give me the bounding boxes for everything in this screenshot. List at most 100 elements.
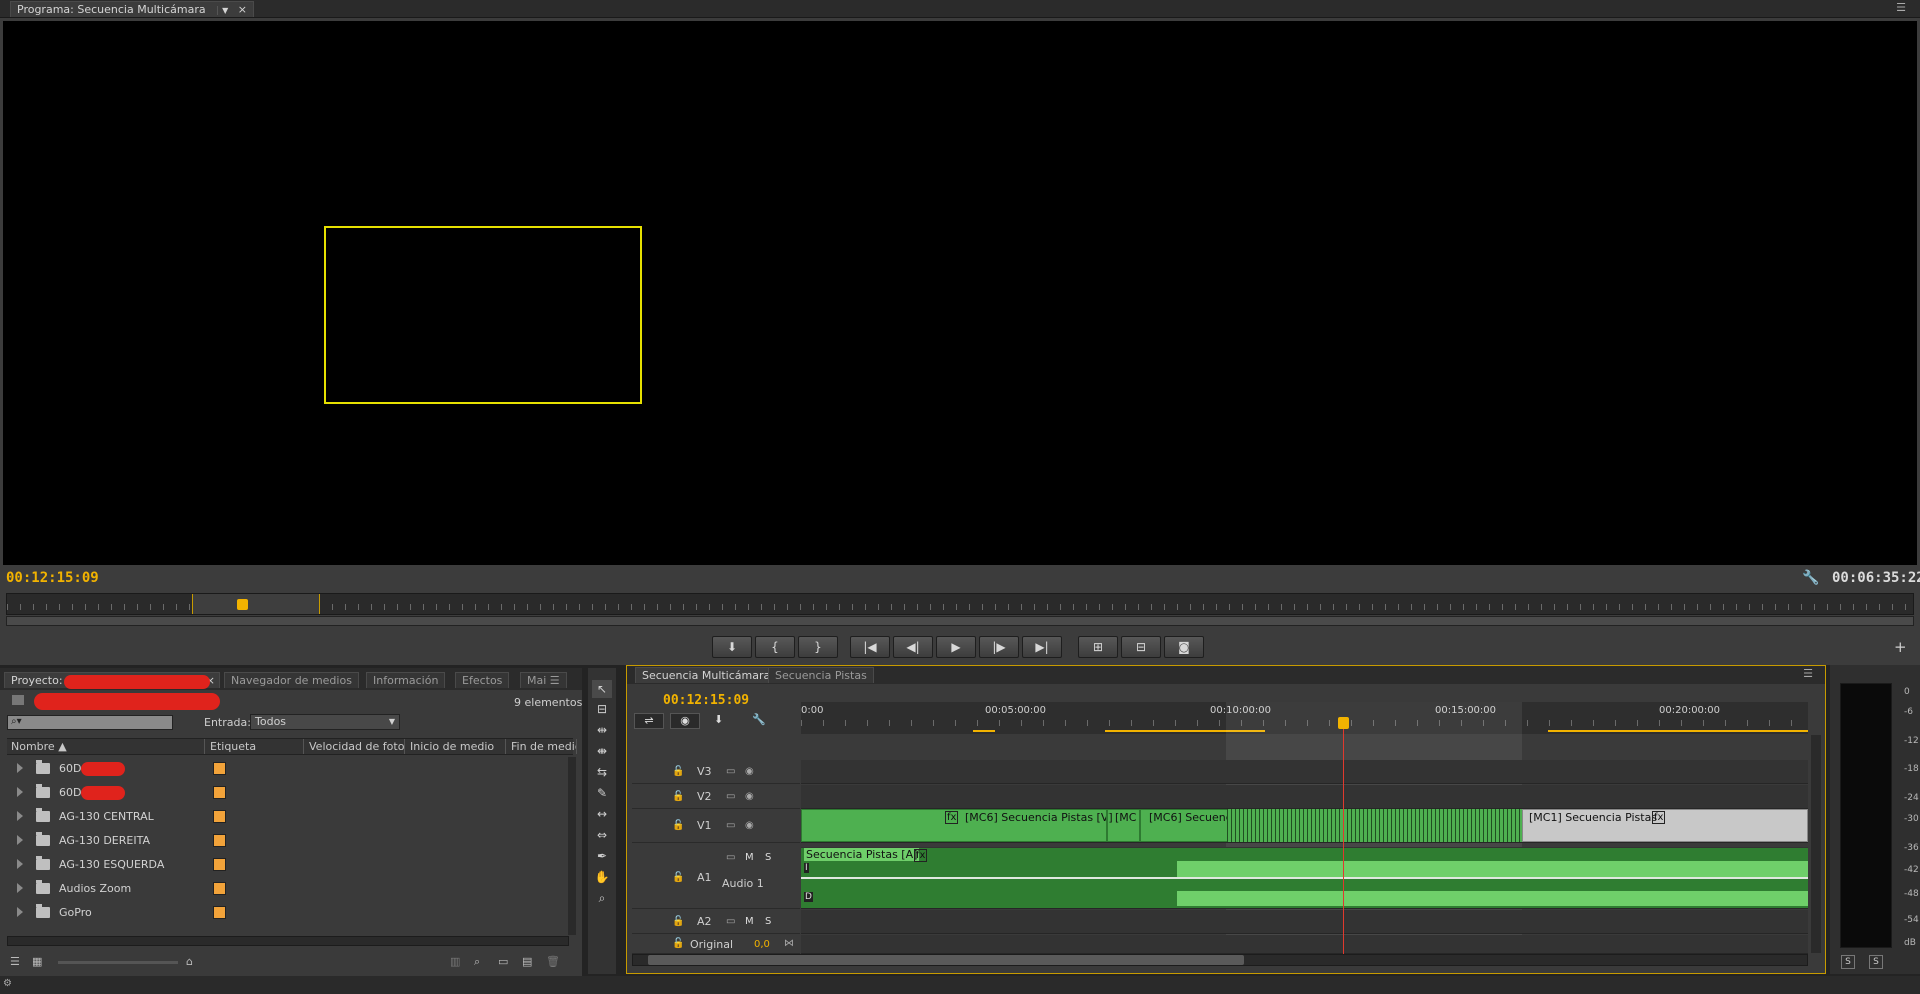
step-forward-button[interactable]: |▶ [979, 636, 1019, 658]
program-playhead-marker[interactable] [237, 599, 248, 610]
column-label[interactable]: Etiqueta [206, 739, 304, 754]
column-media-end[interactable]: Fin de medio [507, 739, 577, 754]
mark-out-button[interactable]: } [798, 636, 838, 658]
tab-media-browser[interactable]: Navegador de medios [224, 672, 359, 688]
fx-badge[interactable]: fx [914, 849, 928, 862]
expand-triangle-icon[interactable] [17, 859, 23, 869]
tab-markers[interactable]: Mai ☰ [520, 672, 567, 688]
toggle-sync-icon[interactable]: ▭ [726, 766, 735, 777]
label-swatch[interactable] [213, 858, 226, 871]
slip-tool-icon[interactable]: ↔ [592, 805, 612, 823]
expand-triangle-icon[interactable] [17, 835, 23, 845]
list-item[interactable]: AG-130 CENTRAL [8, 805, 568, 829]
label-swatch[interactable] [213, 786, 226, 799]
eye-icon[interactable]: ◉ [745, 820, 754, 831]
wrench-icon[interactable]: 🔧 [752, 713, 766, 726]
tab-effects[interactable]: Efectos [455, 672, 510, 688]
track-area-a2[interactable] [801, 910, 1808, 934]
snap-icon[interactable]: ⇌ [634, 713, 664, 729]
lift-button[interactable]: ⊞ [1078, 636, 1118, 658]
step-back-button[interactable]: ◀| [893, 636, 933, 658]
play-button[interactable]: ▶ [936, 636, 976, 658]
fx-badge[interactable]: fx [945, 811, 959, 824]
expand-triangle-icon[interactable] [17, 907, 23, 917]
expand-triangle-icon[interactable] [17, 811, 23, 821]
timeline-playhead[interactable] [1343, 717, 1344, 954]
new-bin-icon[interactable]: ▭ [498, 955, 508, 968]
toggle-sync-icon[interactable]: ▭ [726, 791, 735, 802]
tab-info[interactable]: Información [366, 672, 446, 688]
playhead-handle[interactable] [1338, 717, 1349, 729]
mark-in-button[interactable]: { [755, 636, 795, 658]
search-input[interactable]: ⌕▾ [7, 715, 173, 730]
label-swatch[interactable] [213, 810, 226, 823]
column-media-start[interactable]: Inicio de medio [406, 739, 506, 754]
label-swatch[interactable] [213, 834, 226, 847]
track-area-v3[interactable] [801, 760, 1808, 784]
go-to-in-button[interactable]: |◀ [850, 636, 890, 658]
go-to-out-button[interactable]: ▶| [1022, 636, 1062, 658]
add-marker-button[interactable]: ⬇ [712, 636, 752, 658]
lock-icon[interactable]: 🔓 [672, 938, 684, 949]
master-volume-value[interactable]: 0,0 [754, 939, 770, 950]
entrada-select[interactable]: Todos ▼ [250, 714, 400, 730]
extract-button[interactable]: ⊟ [1121, 636, 1161, 658]
video-clip[interactable]: [MC1] Secuencia Pistas fx [1522, 809, 1808, 842]
razor-tool-icon[interactable]: ✎ [592, 784, 612, 802]
lock-icon[interactable]: 🔓 [672, 820, 684, 831]
meter-solo-right-button[interactable]: S [1869, 955, 1883, 969]
linked-selection-icon[interactable]: ◉ [670, 713, 700, 729]
program-timecode-current[interactable]: 00:12:15:09 [6, 570, 99, 586]
track-select-tool-icon[interactable]: ⊟ [592, 700, 612, 718]
expand-triangle-icon[interactable] [17, 883, 23, 893]
toggle-sync-icon[interactable]: ▭ [726, 916, 735, 927]
list-item[interactable]: 60D [8, 781, 568, 805]
icon-view-icon[interactable]: ▦ [32, 955, 42, 968]
program-video-display[interactable] [3, 21, 1917, 565]
solo-button[interactable]: S [765, 852, 771, 863]
add-button-icon[interactable]: + [1894, 638, 1907, 656]
camera-icon[interactable]: ◙ [1164, 636, 1204, 658]
panel-menu-icon[interactable]: ☰ [1896, 1, 1906, 14]
zoom-slider[interactable] [58, 961, 178, 964]
project-vertical-scrollbar[interactable] [568, 757, 576, 935]
trash-icon[interactable]: 🗑 [546, 955, 560, 968]
wrench-icon[interactable]: 🔧 [1802, 570, 1819, 586]
automate-icon[interactable]: ⌂ [186, 955, 193, 968]
lock-icon[interactable]: 🔓 [672, 766, 684, 777]
program-zoom-scrollbar[interactable] [6, 616, 1914, 626]
column-name[interactable]: Nombre ▲ [7, 739, 205, 754]
list-item[interactable]: AG-130 DEREITA [8, 829, 568, 853]
mute-button[interactable]: M [745, 916, 754, 927]
close-icon[interactable]: × [238, 3, 247, 16]
slide-tool-icon[interactable]: ⇔ [592, 826, 612, 844]
selection-tool-icon[interactable]: ↖ [592, 680, 612, 698]
search-icon[interactable]: ⌕ [474, 955, 480, 969]
list-item[interactable]: GoPro [8, 901, 568, 925]
fx-badge[interactable]: fx [1652, 811, 1666, 824]
hand-tool-icon[interactable]: ✋ [592, 868, 612, 886]
status-icon[interactable]: ⚙ [3, 978, 12, 989]
solo-button[interactable]: S [765, 916, 771, 927]
list-item[interactable]: AG-130 ESQUERDA [8, 853, 568, 877]
video-clip-cuts[interactable] [1227, 809, 1522, 842]
expand-triangle-icon[interactable] [17, 787, 23, 797]
toggle-sync-icon[interactable]: ▭ [726, 852, 735, 863]
column-frame-rate[interactable]: Velocidad de foto [305, 739, 405, 754]
list-item[interactable]: 60D [8, 757, 568, 781]
label-swatch[interactable] [213, 882, 226, 895]
zoom-tool-icon[interactable]: ⌕ [592, 889, 612, 907]
bin-icon[interactable]: ▥ [450, 955, 460, 968]
tab-secuencia-pistas[interactable]: Secuencia Pistas [768, 667, 874, 683]
track-area-v2[interactable] [801, 785, 1808, 809]
eye-icon[interactable]: ◉ [745, 791, 754, 802]
eye-icon[interactable]: ◉ [745, 766, 754, 777]
list-item[interactable]: Audios Zoom [8, 877, 568, 901]
label-swatch[interactable] [213, 762, 226, 775]
rate-stretch-tool-icon[interactable]: ⇆ [592, 763, 612, 781]
timeline-vertical-scrollbar[interactable] [1811, 735, 1821, 953]
track-area-master[interactable] [801, 935, 1808, 954]
meter-solo-left-button[interactable]: S [1841, 955, 1855, 969]
bowtie-icon[interactable]: ⋈ [784, 938, 794, 949]
ripple-edit-tool-icon[interactable]: ⇹ [592, 721, 612, 739]
